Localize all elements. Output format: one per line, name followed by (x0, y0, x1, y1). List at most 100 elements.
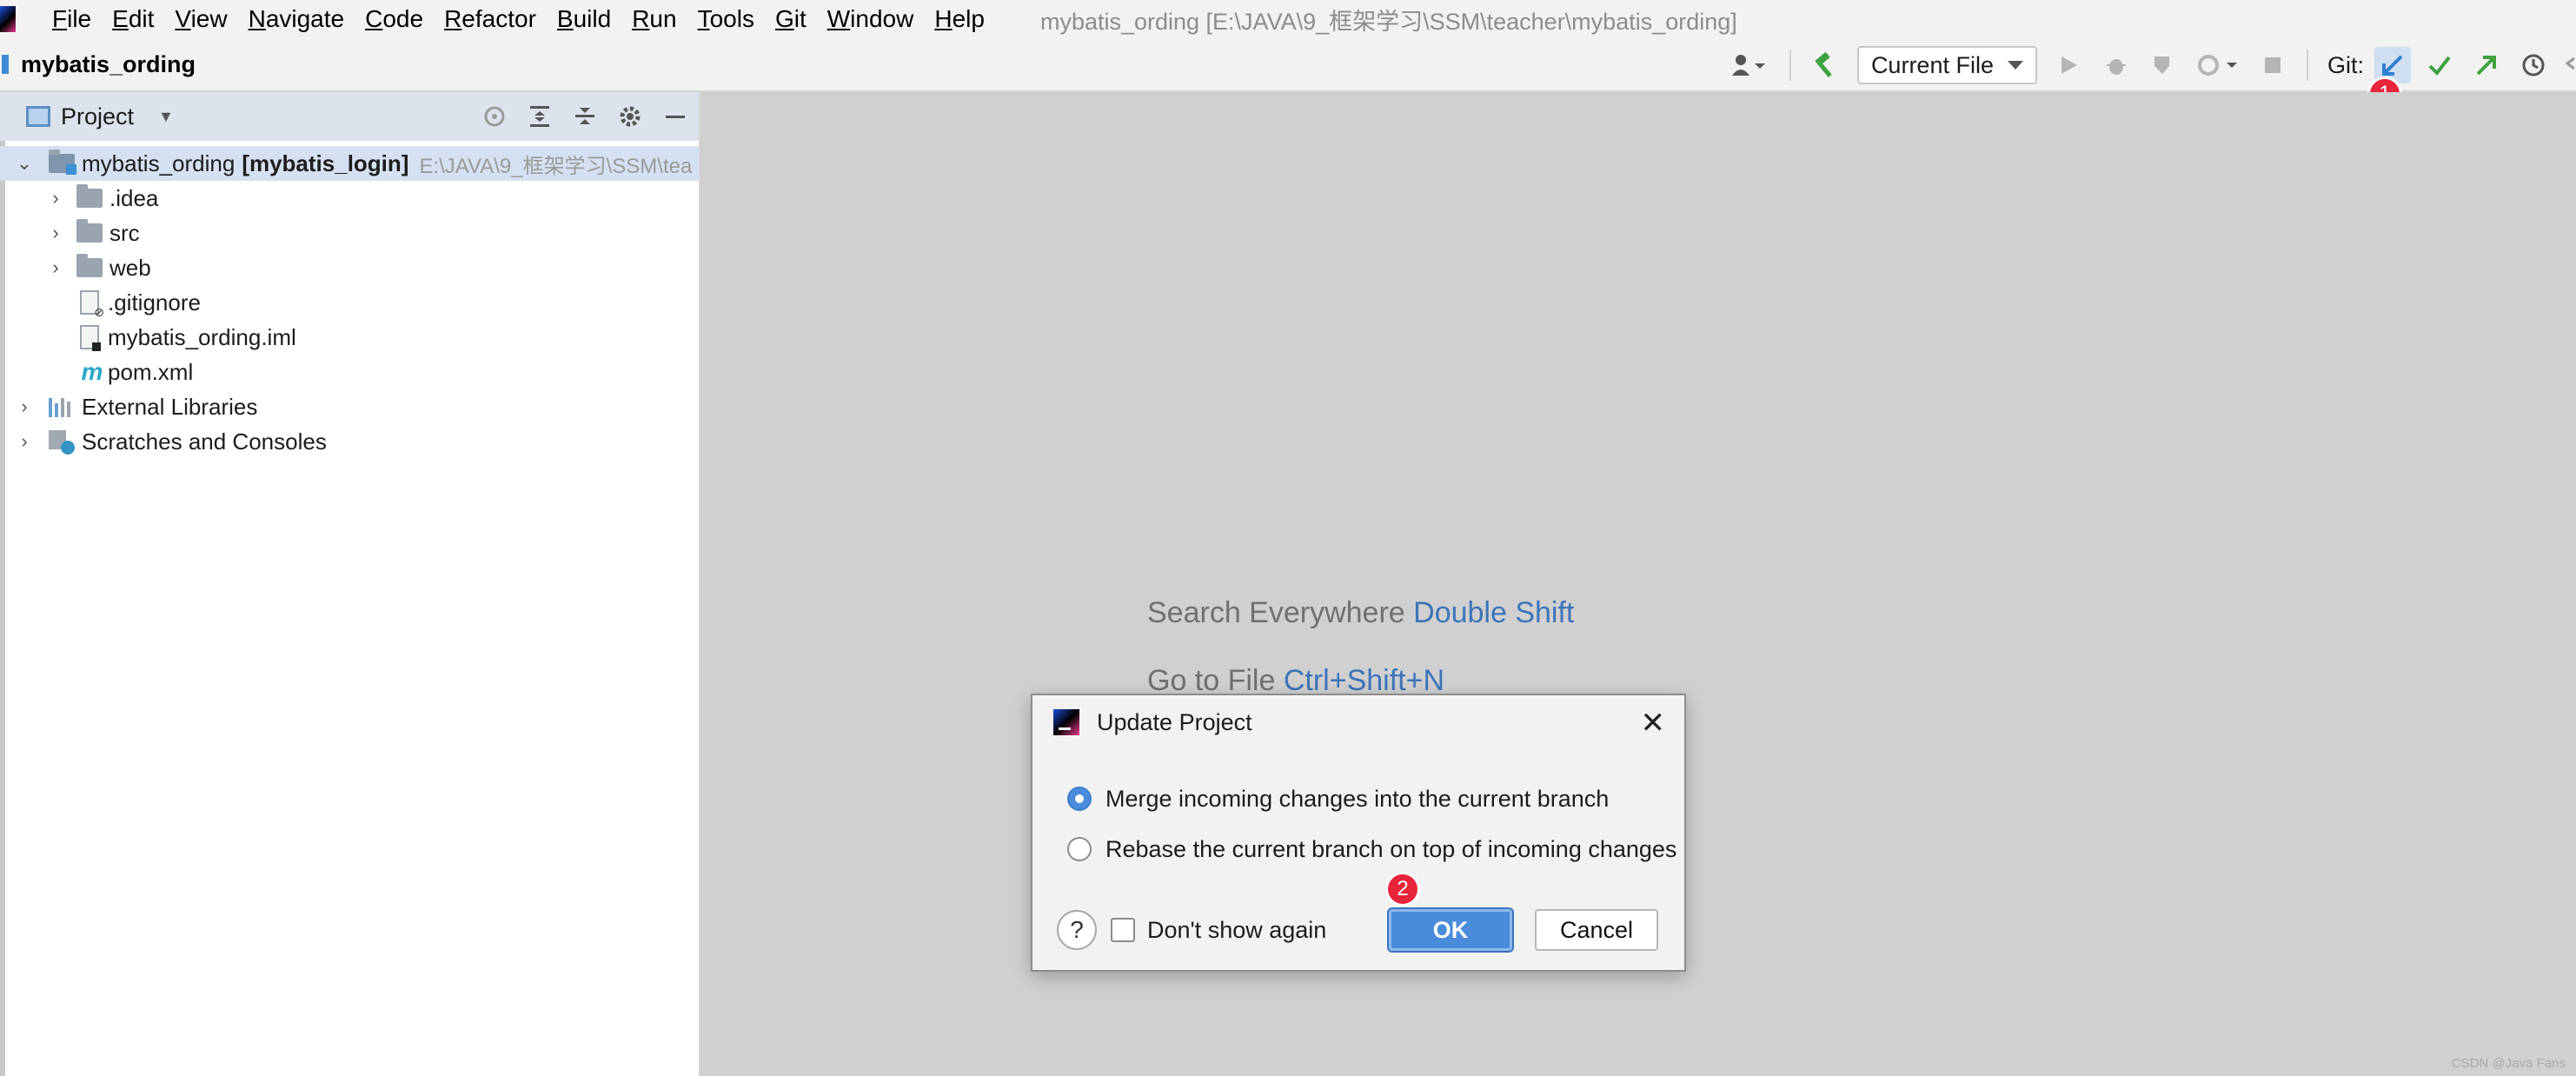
gear-icon[interactable] (615, 102, 645, 131)
module-folder-icon (49, 149, 76, 175)
intellij-logo-icon (0, 6, 16, 32)
build-hammer-icon[interactable] (1807, 47, 1843, 83)
dont-show-again-checkbox[interactable] (1111, 918, 1135, 942)
breadcrumb[interactable]: mybatis_ording (2, 50, 196, 78)
menu-window[interactable]: Window (817, 5, 925, 33)
menu-tools[interactable]: Tools (687, 5, 765, 33)
update-project-dialog: Update Project ✕ Merge incoming changes … (1031, 694, 1686, 972)
root-module: [mybatis_login] (242, 149, 409, 176)
git-history-icon[interactable] (2515, 47, 2552, 83)
chevron-down-icon[interactable]: ▼ (158, 108, 174, 126)
chevron-right-icon[interactable]: › (43, 222, 68, 244)
menu-refactor[interactable]: Refactor (434, 5, 547, 33)
dialog-title-bar: Update Project ✕ (1032, 695, 1684, 749)
chevron-right-icon[interactable]: › (43, 187, 68, 209)
chevron-right-icon[interactable]: › (12, 395, 37, 418)
close-icon[interactable]: ✕ (1641, 706, 1666, 741)
run-configuration-select[interactable]: Current File (1856, 46, 2037, 84)
menu-git[interactable]: Git (765, 5, 817, 33)
run-with-coverage-icon[interactable] (2145, 47, 2181, 83)
cancel-button[interactable]: Cancel (1535, 909, 1658, 951)
root-name: mybatis_ording (82, 149, 236, 176)
window-title: mybatis_ording [E:\JAVA\9_框架学习\SSM\teach… (1039, 8, 1737, 35)
menu-help[interactable]: Help (924, 5, 995, 33)
project-pane-title[interactable]: Project (61, 103, 134, 130)
dialog-footer: ? Don't show again OK Cancel (1032, 890, 1684, 970)
project-tree: ⌄ mybatis_ording [mybatis_login] E:\JAVA… (0, 141, 699, 459)
tree-item-iml[interactable]: mybatis_ording.iml (0, 320, 699, 355)
step-badge-2: 2 (1385, 872, 1420, 907)
dialog-title: Update Project (1097, 708, 1252, 735)
rebase-option[interactable]: Rebase the current branch on top of inco… (1032, 824, 1684, 874)
expand-all-icon[interactable] (525, 102, 554, 131)
folder-icon (76, 254, 103, 277)
git-push-icon[interactable] (2468, 47, 2505, 83)
locate-file-icon[interactable] (480, 102, 509, 131)
tree-item-web[interactable]: › web (0, 250, 699, 285)
folder-icon (76, 184, 103, 208)
tree-item-label: mybatis_ording.iml (108, 323, 296, 350)
project-view-icon (26, 106, 50, 127)
merge-radio[interactable] (1067, 787, 1092, 811)
tree-root[interactable]: ⌄ mybatis_ording [mybatis_login] E:\JAVA… (0, 146, 699, 181)
scratches-icon (49, 430, 75, 455)
tree-item-gitignore[interactable]: .gitignore (0, 285, 699, 320)
project-tool-window: Project ▼ ⌄ mybatis_ording [mybatis_logi… (0, 92, 700, 1076)
git-rollback-icon[interactable] (2562, 47, 2576, 83)
hide-pane-icon[interactable] (661, 102, 690, 131)
git-label: Git: (2327, 51, 2364, 78)
menu-view[interactable]: View (164, 5, 237, 33)
project-pane-header: Project ▼ (0, 92, 699, 141)
rebase-option-label: Rebase the current branch on top of inco… (1105, 835, 1677, 862)
tree-item-idea[interactable]: › .idea (0, 181, 699, 216)
tree-item-pom[interactable]: m pom.xml (0, 355, 699, 389)
run-icon[interactable] (2051, 47, 2088, 83)
dont-show-again-label[interactable]: Don't show again (1147, 917, 1326, 944)
project-pane-tools (480, 92, 690, 141)
menu-file[interactable]: File (42, 5, 102, 33)
help-button[interactable]: ? (1057, 910, 1097, 950)
navigation-bar: mybatis_ording Current File Git: (0, 38, 2576, 92)
maven-icon: m (81, 358, 103, 385)
toolbar-separator (1789, 50, 1791, 81)
run-configuration-label: Current File (1870, 51, 1994, 78)
menu-edit[interactable]: Edit (102, 5, 164, 33)
gitignore-file-icon (80, 290, 104, 320)
collapse-all-icon[interactable] (570, 102, 600, 131)
menu-build[interactable]: Build (547, 5, 621, 33)
rebase-radio[interactable] (1067, 837, 1092, 861)
tree-item-label: .gitignore (108, 289, 201, 315)
menu-code[interactable]: Code (355, 5, 434, 33)
toolbar-separator (2306, 50, 2308, 81)
chevron-down-icon (2007, 61, 2023, 70)
merge-option[interactable]: Merge incoming changes into the current … (1032, 774, 1684, 824)
tree-item-scratches[interactable]: › Scratches and Consoles (0, 424, 699, 459)
menu-navigate[interactable]: Navigate (238, 5, 355, 33)
ok-button[interactable]: OK (1389, 909, 1512, 951)
main-toolbar: Current File Git: (1716, 38, 2576, 92)
chevron-right-icon[interactable]: › (43, 256, 68, 279)
account-icon[interactable] (1722, 47, 1774, 83)
profile-icon[interactable] (2192, 47, 2244, 83)
tree-item-label: pom.xml (108, 358, 194, 385)
tree-item-external-libraries[interactable]: › External Libraries (0, 389, 699, 424)
tree-item-label: src (110, 219, 140, 246)
menu-run[interactable]: Run (621, 5, 687, 33)
breadcrumb-project-name: mybatis_ording (21, 50, 196, 77)
root-path: E:\JAVA\9_框架学习\SSM\tea (419, 154, 693, 178)
tree-item-label: web (110, 254, 151, 281)
git-commit-icon[interactable] (2421, 47, 2458, 83)
merge-option-label: Merge incoming changes into the current … (1105, 785, 1610, 812)
menu-bar: File Edit View Navigate Code Refactor Bu… (0, 0, 2576, 38)
stop-icon[interactable] (2254, 47, 2291, 83)
folder-icon (76, 219, 103, 242)
tree-item-label: Scratches and Consoles (82, 428, 327, 455)
chevron-right-icon[interactable]: › (12, 430, 37, 453)
tree-item-src[interactable]: › src (0, 216, 699, 250)
watermark: CSDN @Java Fans (2451, 1056, 2566, 1071)
tree-item-label: External Libraries (82, 393, 258, 420)
search-everywhere-hint: Search Everywhere Double Shift (1147, 596, 1575, 629)
iml-file-icon (80, 325, 101, 351)
debug-icon[interactable] (2098, 47, 2134, 83)
chevron-down-icon[interactable]: ⌄ (12, 152, 37, 175)
